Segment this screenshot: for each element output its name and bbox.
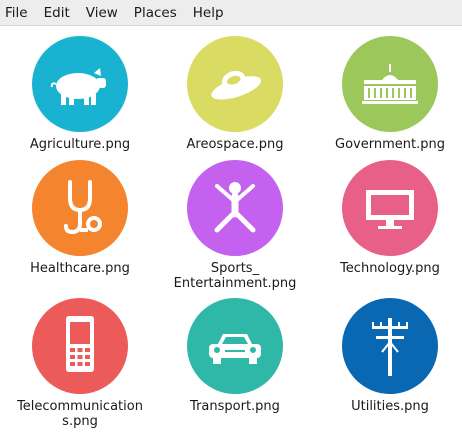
file-label: Utilities.png (351, 399, 429, 414)
file-thumbnail (342, 160, 438, 256)
file-item-telecommunications[interactable]: Telecommunication s.png (5, 298, 155, 429)
monitor-icon (366, 190, 414, 229)
file-icon-grid: Agriculture.png Areospace.png Government… (0, 26, 462, 438)
file-label: Government.png (335, 137, 445, 152)
file-item-sports-entertainment[interactable]: Sports_ Entertainment.png (160, 160, 310, 291)
pig-icon (50, 68, 106, 105)
utility-pole-icon (372, 318, 408, 376)
file-thumbnail (187, 298, 283, 394)
menu-places[interactable]: Places (126, 0, 185, 26)
car-icon (209, 334, 261, 364)
file-thumbnail (32, 160, 128, 256)
file-item-healthcare[interactable]: Healthcare.png (5, 160, 155, 276)
menu-file[interactable]: File (0, 0, 36, 26)
file-thumbnail (32, 298, 128, 394)
capitol-building-icon (362, 64, 418, 104)
file-thumbnail (342, 36, 438, 132)
menu-view[interactable]: View (78, 0, 126, 26)
file-item-utilities[interactable]: Utilities.png (315, 298, 462, 414)
file-thumbnail (32, 36, 128, 132)
file-thumbnail (187, 36, 283, 132)
mobile-phone-icon (66, 316, 94, 372)
file-item-areospace[interactable]: Areospace.png (160, 36, 310, 152)
file-label: Sports_ Entertainment.png (173, 261, 297, 291)
stethoscope-icon (64, 180, 102, 235)
file-label: Areospace.png (186, 137, 284, 152)
ufo-icon (211, 70, 262, 100)
menu-edit[interactable]: Edit (36, 0, 78, 26)
file-label: Transport.png (190, 399, 280, 414)
file-item-government[interactable]: Government.png (315, 36, 462, 152)
file-item-transport[interactable]: Transport.png (160, 298, 310, 414)
file-thumbnail (187, 160, 283, 256)
jumping-person-icon (214, 182, 256, 233)
file-label: Telecommunication s.png (17, 399, 143, 429)
file-label: Technology.png (340, 261, 440, 276)
file-thumbnail (342, 298, 438, 394)
menu-help[interactable]: Help (185, 0, 232, 26)
menu-bar: File Edit View Places Help (0, 0, 462, 26)
file-item-agriculture[interactable]: Agriculture.png (5, 36, 155, 152)
file-label: Agriculture.png (29, 137, 131, 152)
file-item-technology[interactable]: Technology.png (315, 160, 462, 276)
file-label: Healthcare.png (30, 261, 130, 276)
